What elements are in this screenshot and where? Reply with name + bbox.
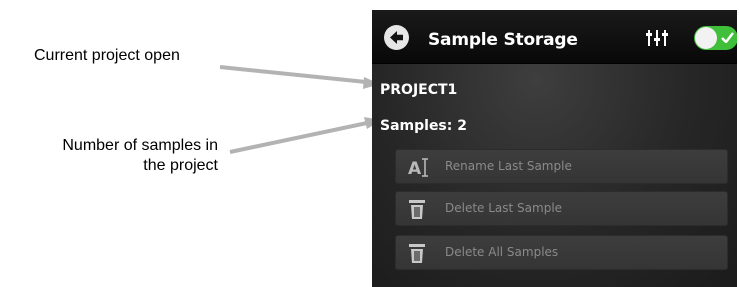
device-screen: Sample Storage PROJECT1 Samples: 2 A Ren… [372,10,737,287]
delete-all-samples-label: Delete All Samples [445,245,559,259]
delete-all-samples-button[interactable]: Delete All Samples [395,235,728,270]
rename-last-sample-label: Rename Last Sample [445,159,572,173]
toggle-switch[interactable] [694,26,737,50]
page-title: Sample Storage [428,30,578,50]
back-button[interactable] [384,25,409,50]
delete-last-sample-button[interactable]: Delete Last Sample [395,191,728,226]
arrow-to-project-name [219,65,380,89]
sliders-icon[interactable] [646,29,668,47]
toggle-knob [695,27,717,49]
samples-count: Samples: 2 [380,118,467,134]
rename-icon: A [408,158,428,178]
project-name: PROJECT1 [380,82,458,98]
header-bar: Sample Storage [372,10,737,64]
arrow-left-circle-icon [390,31,403,44]
rename-last-sample-button[interactable]: A Rename Last Sample [395,149,728,184]
arrow-to-samples-count [229,117,381,154]
delete-last-sample-label: Delete Last Sample [445,201,563,215]
trash-icon [409,200,425,219]
trash-icon [409,244,425,263]
check-icon [721,32,734,43]
svg-text:A: A [408,159,422,178]
